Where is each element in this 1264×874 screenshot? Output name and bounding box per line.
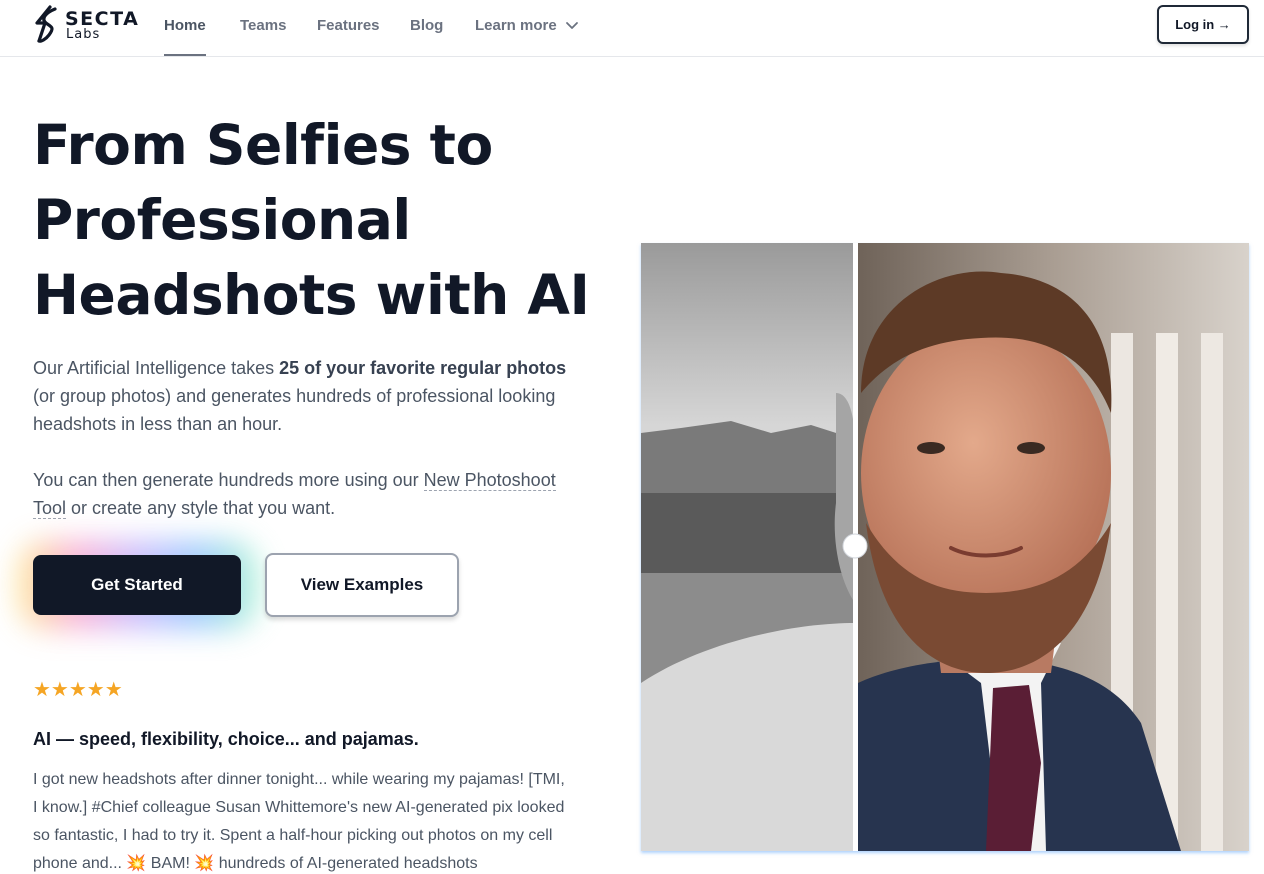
top-navbar: SECTA Labs Home Teams Features Blog Lear…: [0, 0, 1264, 57]
login-button[interactable]: Log in →: [1157, 5, 1249, 44]
headline-line-2: Professional: [33, 188, 411, 252]
review-body: I got new headshots after dinner tonight…: [33, 771, 565, 872]
nav-blog[interactable]: Blog: [410, 0, 443, 56]
headline-line-3: Headshots with AI: [33, 263, 590, 327]
nav-teams[interactable]: Teams: [240, 0, 286, 56]
after-column-3: [1201, 333, 1223, 851]
before-after-comparison[interactable]: [641, 243, 1249, 851]
after-tie: [986, 685, 1041, 851]
photoshoot-text: You can then generate hundreds more usin…: [33, 470, 424, 490]
hero-description: Our Artificial Intelligence takes 25 of …: [33, 354, 573, 438]
nav-features[interactable]: Features: [317, 0, 380, 56]
nav-home[interactable]: Home: [164, 0, 206, 56]
hero-headline: From Selfies to Professional Headshots w…: [33, 108, 593, 333]
review-title: AI — speed, flexibility, choice... and p…: [33, 729, 419, 749]
description-text: Our Artificial Intelligence takes: [33, 358, 280, 378]
star-rating: ★★★★★: [33, 679, 123, 701]
secta-labs-logo[interactable]: SECTA Labs: [33, 5, 143, 45]
description-highlight: 25 of your favorite regular photos: [279, 358, 567, 378]
chevron-down-icon[interactable]: [565, 18, 579, 32]
hero-photoshoot-note: You can then generate hundreds more usin…: [33, 466, 573, 522]
photoshoot-text-end: or create any style that you want.: [66, 498, 336, 518]
description-text-end: (or group photos) and generates hundreds…: [33, 386, 556, 434]
logo-mark-icon: [35, 5, 57, 43]
brand-sub: Labs: [66, 27, 101, 42]
comparison-slider-handle: [842, 533, 868, 559]
brand-name: SECTA: [65, 8, 140, 30]
after-left-eye: [917, 442, 945, 454]
nav-learn-more[interactable]: Learn more: [475, 0, 557, 56]
after-right-eye: [1017, 442, 1045, 454]
after-column-2: [1156, 333, 1178, 851]
view-examples-button[interactable]: View Examples: [265, 553, 459, 617]
get-started-button[interactable]: Get Started: [33, 555, 241, 615]
headline-line-1: From Selfies to: [33, 113, 493, 177]
comparison-image: [641, 243, 1249, 851]
